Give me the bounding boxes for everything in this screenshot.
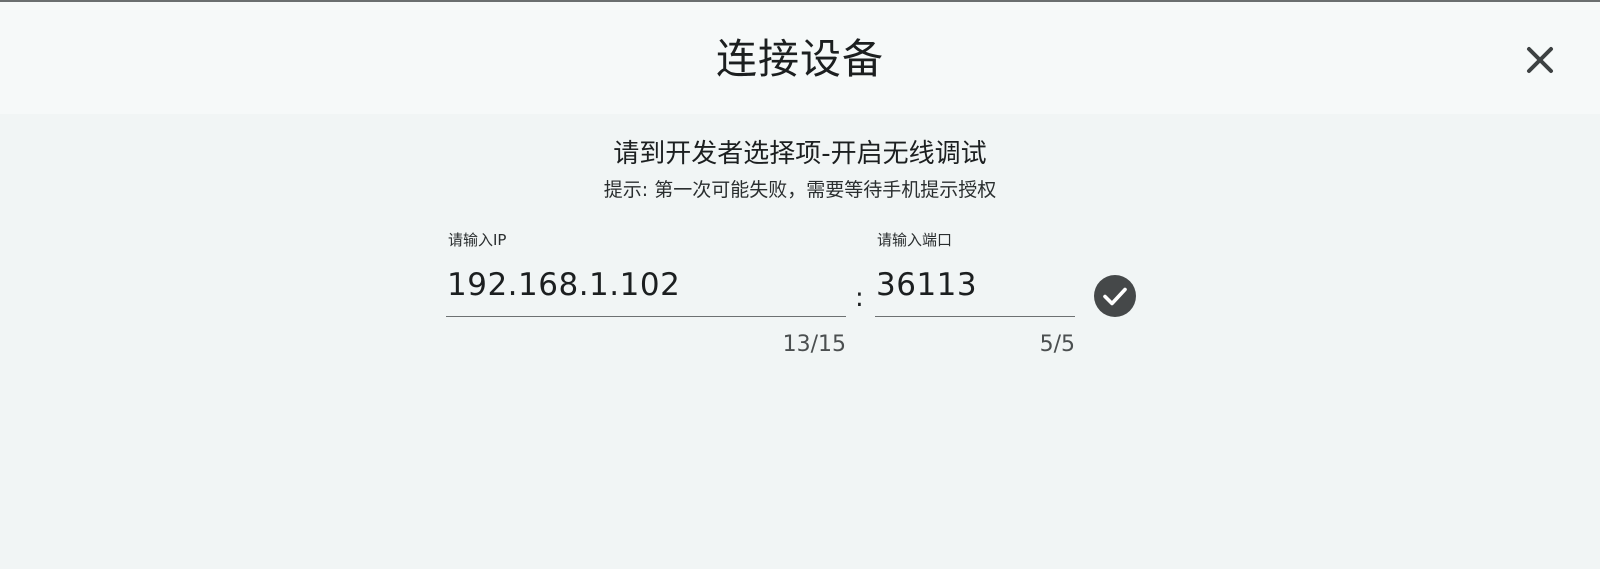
ip-input[interactable] xyxy=(446,260,846,310)
hint-text: 提示: 第一次可能失败，需要等待手机提示授权 xyxy=(603,179,997,201)
dialog-header: 连接设备 xyxy=(0,2,1600,114)
close-icon xyxy=(1527,47,1553,73)
ip-field: 请输入IP 13/15 xyxy=(446,230,846,370)
ip-field-label: 请输入IP xyxy=(448,231,507,249)
dialog-title: 连接设备 xyxy=(716,35,884,83)
ip-field-underline xyxy=(446,316,846,317)
port-field-underline xyxy=(875,316,1075,317)
port-input[interactable] xyxy=(875,260,1075,310)
instruction-text: 请到开发者选择项-开启无线调试 xyxy=(613,139,987,169)
port-field-label: 请输入端口 xyxy=(877,231,953,249)
ip-port-separator: : xyxy=(855,283,864,313)
port-field: 请输入端口 5/5 xyxy=(875,230,1075,370)
confirm-connect-button[interactable] xyxy=(1094,275,1136,317)
connect-device-dialog: 连接设备 请到开发者选择项-开启无线调试 提示: 第一次可能失败，需要等待手机提… xyxy=(0,0,1600,569)
port-char-counter: 5/5 xyxy=(1039,332,1075,357)
close-button[interactable] xyxy=(1520,40,1560,80)
ip-char-counter: 13/15 xyxy=(782,332,846,357)
check-icon xyxy=(1103,287,1127,306)
